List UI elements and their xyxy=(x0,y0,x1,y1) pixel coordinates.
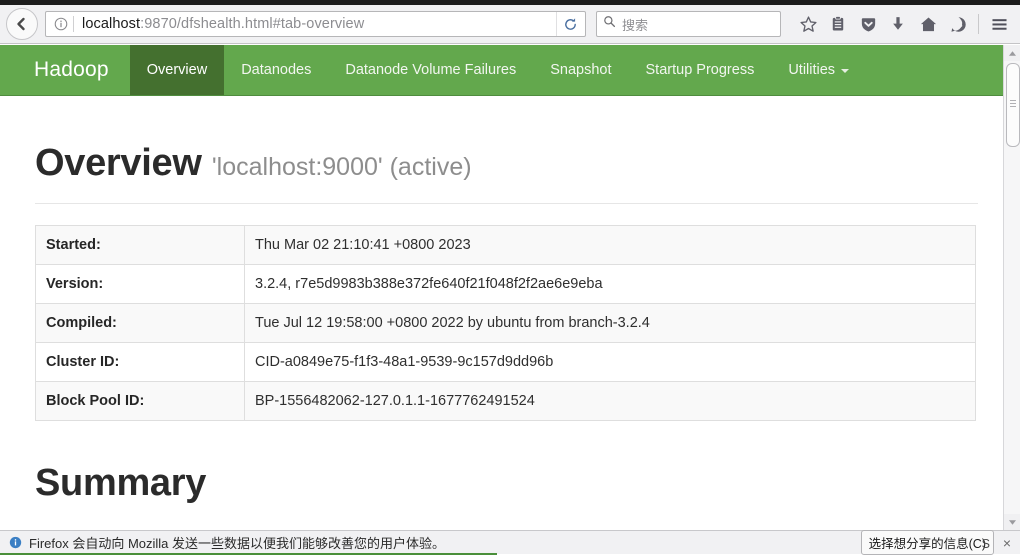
info-icon xyxy=(8,536,22,550)
row-value: CID-a0849e75-f1f3-48a1-9539-9c157d9dd96b xyxy=(244,341,976,382)
cluster-info-table-body: Started: Thu Mar 02 21:10:41 +0800 2023 … xyxy=(35,224,976,421)
search-bar[interactable]: 搜索 xyxy=(596,11,781,37)
table-row: Block Pool ID: BP-1556482062-127.0.1.1-1… xyxy=(35,380,976,421)
downloads-arrow-icon[interactable] xyxy=(883,9,913,39)
star-bookmark-icon[interactable] xyxy=(793,9,823,39)
nav-tab-startup-progress-label: Startup Progress xyxy=(645,62,755,78)
scroll-up-arrow-icon[interactable] xyxy=(1004,45,1020,61)
row-key: Started: xyxy=(35,224,245,265)
nav-tab-datanode-volume-failures[interactable]: Datanode Volume Failures xyxy=(328,45,533,95)
hadoop-brand-link[interactable]: Hadoop xyxy=(0,45,130,95)
row-value: 3.2.4, r7e5d9983b388e372fe640f21f048f2f2… xyxy=(244,263,976,304)
row-value: BP-1556482062-127.0.1.1-1677762491524 xyxy=(244,380,976,421)
scrollbar-grip xyxy=(1010,100,1016,107)
row-key: Cluster ID: xyxy=(35,341,245,382)
table-row: Cluster ID: CID-a0849e75-f1f3-48a1-9539-… xyxy=(35,341,976,382)
feedback-smiley-icon[interactable] xyxy=(943,9,973,39)
nav-tab-snapshot[interactable]: Snapshot xyxy=(533,45,628,95)
nav-tab-overview[interactable]: Overview xyxy=(129,45,225,95)
pocket-shield-icon[interactable] xyxy=(853,9,883,39)
title-divider xyxy=(35,202,978,204)
nav-tab-snapshot-label: Snapshot xyxy=(550,62,612,78)
notification-overlay-label: S xyxy=(981,537,990,551)
nav-tab-datanodes-label: Datanodes xyxy=(241,62,312,78)
hadoop-navbar: Hadoop Overview Datanodes Datanode Volum… xyxy=(0,45,1003,96)
row-value: Tue Jul 12 19:58:00 +0800 2022 by ubuntu… xyxy=(244,302,976,343)
toolbar-icon-group xyxy=(793,9,1014,39)
identity-info-icon[interactable] xyxy=(52,16,69,33)
notification-bar: Firefox 会自动向 Mozilla 发送一些数据以便我们能够改善您的用户体… xyxy=(0,530,1020,555)
page-title-main: Overview xyxy=(35,142,202,184)
url-host: localhost xyxy=(82,16,141,32)
scrollbar-thumb[interactable] xyxy=(1006,63,1020,147)
notification-message: Firefox 会自动向 Mozilla 发送一些数据以便我们能够改善您的用户体… xyxy=(29,536,446,551)
row-value: Thu Mar 02 21:10:41 +0800 2023 xyxy=(244,224,976,265)
cluster-info-table: Started: Thu Mar 02 21:10:41 +0800 2023 … xyxy=(35,224,976,421)
nav-tab-utilities-label: Utilities xyxy=(788,62,836,78)
home-icon[interactable] xyxy=(913,9,943,39)
table-row: Started: Thu Mar 02 21:10:41 +0800 2023 xyxy=(35,224,976,265)
summary-title: Summary xyxy=(35,461,207,504)
page-content: Hadoop Overview Datanodes Datanode Volum… xyxy=(0,45,1003,530)
back-arrow-icon xyxy=(14,16,30,32)
row-key: Compiled: xyxy=(35,302,245,343)
search-icon xyxy=(603,15,616,33)
row-key: Version: xyxy=(35,263,245,304)
close-icon[interactable]: × xyxy=(998,535,1016,551)
row-key: Block Pool ID: xyxy=(35,380,245,421)
nav-tab-datanode-volume-failures-label: Datanode Volume Failures xyxy=(345,62,517,78)
nav-tab-startup-progress[interactable]: Startup Progress xyxy=(629,45,772,95)
nav-tab-utilities[interactable]: Utilities xyxy=(771,45,866,95)
nav-tab-overview-label: Overview xyxy=(146,62,208,78)
nav-tab-datanodes[interactable]: Datanodes xyxy=(224,45,328,95)
toolbar-divider xyxy=(978,14,979,34)
browser-viewport: Hadoop Overview Datanodes Datanode Volum… xyxy=(0,45,1020,530)
reload-button[interactable] xyxy=(556,12,583,36)
browser-toolbar: localhost:9870/dfshealth.html#tab-overvi… xyxy=(0,5,1020,44)
page-title: Overview 'localhost:9000' (active) xyxy=(35,142,976,185)
choose-what-to-share-button[interactable]: 选择想分享的信息(C) xyxy=(860,530,994,555)
table-row: Version: 3.2.4, r7e5d9983b388e372fe640f2… xyxy=(35,263,976,304)
url-path: :9870/dfshealth.html#tab-overview xyxy=(140,16,365,32)
vertical-scrollbar[interactable] xyxy=(1003,45,1020,530)
urlbar-divider xyxy=(73,16,74,32)
back-button[interactable] xyxy=(6,8,38,40)
page-body: Overview 'localhost:9000' (active) Start… xyxy=(0,142,1003,505)
library-clipboard-icon[interactable] xyxy=(823,9,853,39)
scroll-down-arrow-icon[interactable] xyxy=(1004,514,1020,530)
table-row: Compiled: Tue Jul 12 19:58:00 +0800 2022… xyxy=(35,302,976,343)
chevron-down-icon xyxy=(841,69,850,73)
url-text: localhost:9870/dfshealth.html#tab-overvi… xyxy=(82,16,556,32)
search-input-placeholder: 搜索 xyxy=(622,17,649,33)
page-title-subtitle: 'localhost:9000' (active) xyxy=(211,153,472,181)
hamburger-menu-icon[interactable] xyxy=(984,9,1014,39)
address-bar[interactable]: localhost:9870/dfshealth.html#tab-overvi… xyxy=(45,11,586,37)
